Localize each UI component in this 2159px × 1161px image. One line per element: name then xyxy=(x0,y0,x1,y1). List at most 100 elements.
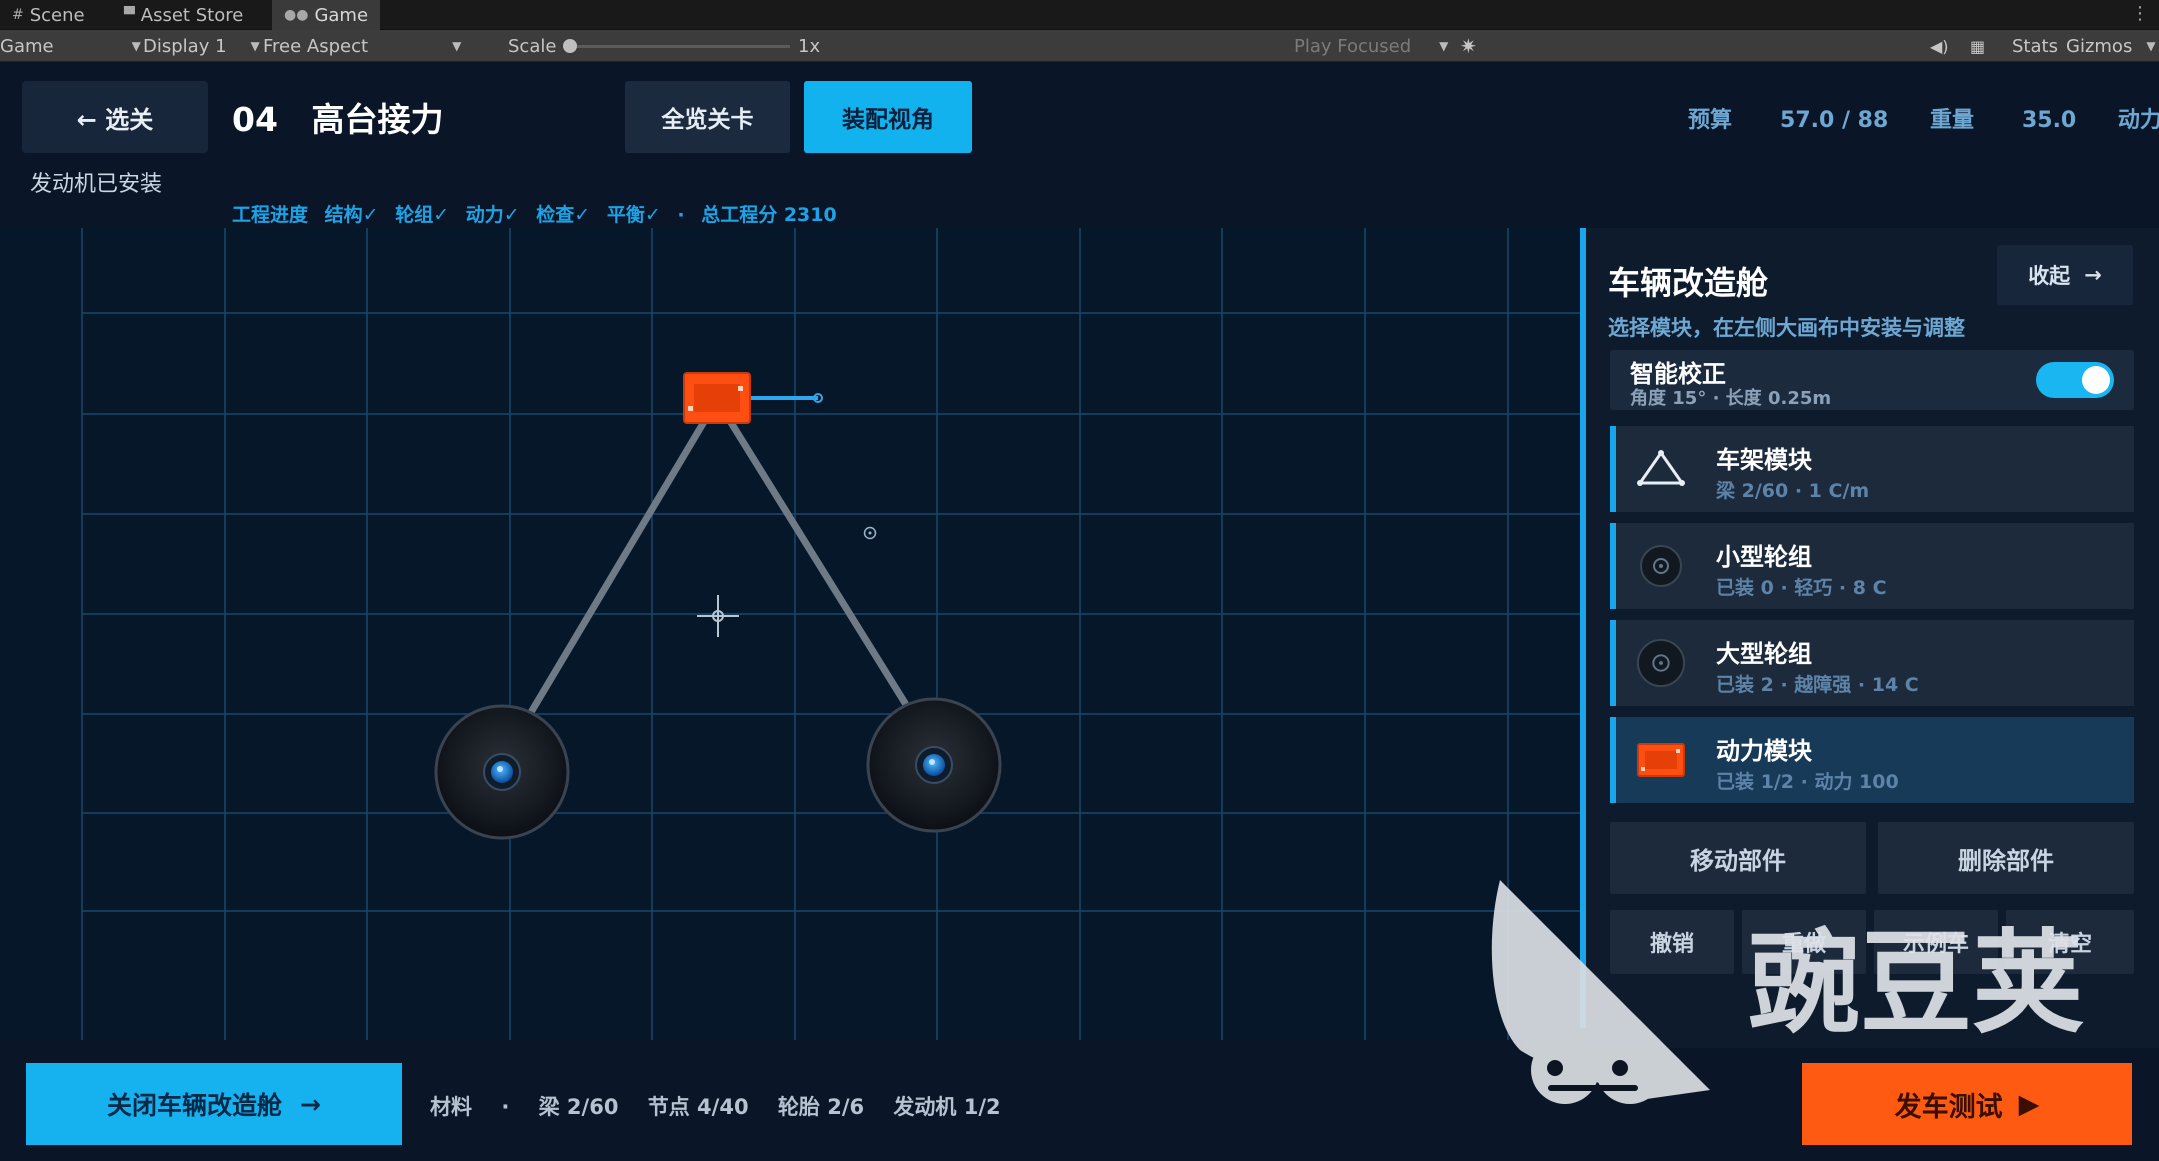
tab-asset-store-label: Asset Store xyxy=(140,4,244,26)
assembly-view-button[interactable]: 装配视角 xyxy=(804,81,972,153)
chevron-down-icon: ▼ xyxy=(131,39,141,53)
editor-tab-bar: # Scene ▀ Asset Store ●● Game ⋮ xyxy=(0,0,2159,30)
materials-item: 材料 xyxy=(430,1095,472,1119)
tab-scene-label: Scene xyxy=(29,4,85,26)
weight-label: 重量 xyxy=(1929,108,1974,133)
module-large-wheel[interactable]: 大型轮组 已装 2 · 越障强 · 14 C xyxy=(1610,620,2134,706)
chevron-down-icon: ▼ xyxy=(2146,39,2156,53)
module-engine[interactable]: 动力模块 已装 1/2 · 动力 100 xyxy=(1610,717,2134,803)
progress-item: 动力✓ xyxy=(465,204,520,226)
clear-button[interactable]: 清空 xyxy=(2006,910,2134,974)
bug-icon[interactable]: ✷ xyxy=(1460,30,1477,62)
back-to-level-select-button[interactable]: ← 选关 xyxy=(22,81,208,153)
progress-item: 轮组✓ xyxy=(395,204,450,226)
level-overview-button[interactable]: 全览关卡 xyxy=(625,81,790,153)
materials-item: 发动机 1/2 xyxy=(893,1095,1001,1119)
materials-summary: 材料 · 梁 2/60 节点 4/40 轮胎 2/6 发动机 1/2 xyxy=(430,1091,1023,1121)
budget-label: 预算 xyxy=(1688,108,1733,133)
speaker-icon[interactable]: ◀) xyxy=(1930,30,1949,62)
grid-icon: # xyxy=(12,7,24,23)
budget-value: 57.0 / 88 xyxy=(1780,108,1889,133)
engineering-progress: 工程进度 结构✓ 轮组✓ 动力✓ 检查✓ 平衡✓ · 总工程分 2310 xyxy=(232,200,847,227)
arrow-right-icon: → xyxy=(2084,263,2102,287)
game-view-dropdown[interactable]: Game ▼ xyxy=(0,30,141,62)
canvas-background xyxy=(0,228,1580,1040)
scale-value: 1x xyxy=(798,35,821,57)
play-icon: ▶ xyxy=(2018,1088,2040,1120)
module-name: 大型轮组 xyxy=(1716,640,1812,668)
game-root: # Scene ▀ Asset Store ●● Game ⋮ Game ▼ D… xyxy=(0,0,2159,1161)
materials-item: · xyxy=(501,1095,510,1119)
level-name: 高台接力 xyxy=(311,100,444,139)
aspect-dropdown[interactable]: Free Aspect ▼ xyxy=(263,30,461,62)
power-label: 动力 xyxy=(2117,108,2159,133)
chevron-down-icon: ▼ xyxy=(452,39,462,53)
scale-label: Scale xyxy=(508,35,557,57)
play-mode-dropdown[interactable]: Play Focused ▼ xyxy=(1294,30,1448,62)
chevron-down-icon: ▼ xyxy=(1439,39,1449,53)
aspect-label: Free Aspect xyxy=(263,35,369,57)
module-info: 已装 1/2 · 动力 100 xyxy=(1716,771,1899,793)
module-name: 车架模块 xyxy=(1716,446,1812,474)
gamepad-icon: ●● xyxy=(284,7,309,23)
weight-stat: 重量 35.0 xyxy=(1930,108,2076,133)
progress-item: 平衡✓ xyxy=(606,204,661,226)
level-number: 04 xyxy=(232,100,278,139)
wheel-right[interactable] xyxy=(866,697,1002,833)
vehicle-stats: 预算 57.0 / 88 重量 35.0 动力100 xyxy=(1688,102,2159,134)
close-workshop-button[interactable]: 关闭车辆改造舱 → xyxy=(26,1063,402,1145)
undo-button[interactable]: 撤销 xyxy=(1610,910,1734,974)
kebab-menu-icon[interactable]: ⋮ xyxy=(2131,3,2149,24)
example-vehicle-button[interactable]: 示例车 xyxy=(1874,910,1998,974)
module-name: 小型轮组 xyxy=(1716,543,1812,571)
large-wheel-icon xyxy=(1636,638,1686,688)
close-workshop-label: 关闭车辆改造舱 xyxy=(107,1091,283,1120)
small-wheel-icon xyxy=(1636,541,1686,591)
wheel-left[interactable] xyxy=(434,704,570,840)
panel-title: 车辆改造舱 xyxy=(1608,264,1769,302)
smart-correction-toggle[interactable] xyxy=(2036,362,2114,398)
module-info: 已装 0 · 轻巧 · 8 C xyxy=(1716,577,1887,599)
build-canvas[interactable] xyxy=(0,228,1580,1040)
stats-grid-icon[interactable]: ▦ xyxy=(1970,30,1985,62)
game-view-label: Game xyxy=(0,35,54,57)
tab-game-label: Game xyxy=(314,4,369,26)
frame-triangle-icon xyxy=(1636,444,1686,494)
smart-correction-detail: 角度 15° · 长度 0.25m xyxy=(1630,388,1832,409)
collapse-panel-button[interactable]: 收起 → xyxy=(1997,245,2133,305)
scale-slider-handle[interactable] xyxy=(563,39,577,53)
smart-correction-card: 智能校正 角度 15° · 长度 0.25m xyxy=(1610,350,2134,410)
weight-value: 35.0 xyxy=(2021,108,2077,133)
tab-game[interactable]: ●● Game xyxy=(272,0,381,30)
game-toolbar: Game ▼ Display 1 ▼ Free Aspect ▼ Scale 1… xyxy=(0,30,2159,62)
scale-slider-track[interactable] xyxy=(568,45,790,48)
progress-item: 检查✓ xyxy=(536,204,591,226)
gizmos-label: Gizmos xyxy=(2066,35,2133,57)
tab-asset-store[interactable]: ▀ Asset Store xyxy=(112,0,255,30)
progress-item: · xyxy=(677,204,685,226)
display-dropdown[interactable]: Display 1 ▼ xyxy=(143,30,260,62)
module-frame[interactable]: 车架模块 梁 2/60 · 1 C/m xyxy=(1610,426,2134,512)
stats-button[interactable]: Stats xyxy=(2012,30,2058,62)
chevron-down-icon: ▼ xyxy=(250,39,260,53)
module-name: 动力模块 xyxy=(1716,737,1812,765)
tab-scene[interactable]: # Scene xyxy=(0,0,97,30)
gizmos-dropdown[interactable]: Gizmos ▼ xyxy=(2066,30,2156,62)
materials-item: 轮胎 2/6 xyxy=(777,1095,865,1119)
play-mode-label: Play Focused xyxy=(1294,35,1412,57)
delete-part-button[interactable]: 删除部件 xyxy=(1878,822,2134,894)
move-part-button[interactable]: 移动部件 xyxy=(1610,822,1866,894)
bag-icon: ▀ xyxy=(124,7,135,23)
launch-test-button[interactable]: 发车测试 ▶ xyxy=(1802,1063,2132,1145)
power-stat: 动力100 xyxy=(2118,108,2159,133)
module-info: 已装 2 · 越障强 · 14 C xyxy=(1716,674,1919,696)
display-label: Display 1 xyxy=(143,35,227,57)
module-small-wheel[interactable]: 小型轮组 已装 0 · 轻巧 · 8 C xyxy=(1610,523,2134,609)
module-info: 梁 2/60 · 1 C/m xyxy=(1716,480,1870,502)
progress-item: 结构✓ xyxy=(324,204,379,226)
panel-subtitle: 选择模块，在左侧大画布中安装与调整 xyxy=(1608,316,1965,340)
engine-status-text: 发动机已安装 xyxy=(30,172,163,197)
collapse-label: 收起 xyxy=(2028,264,2071,288)
progress-item: 总工程分 2310 xyxy=(701,204,837,226)
redo-button[interactable]: 重做 xyxy=(1742,910,1866,974)
